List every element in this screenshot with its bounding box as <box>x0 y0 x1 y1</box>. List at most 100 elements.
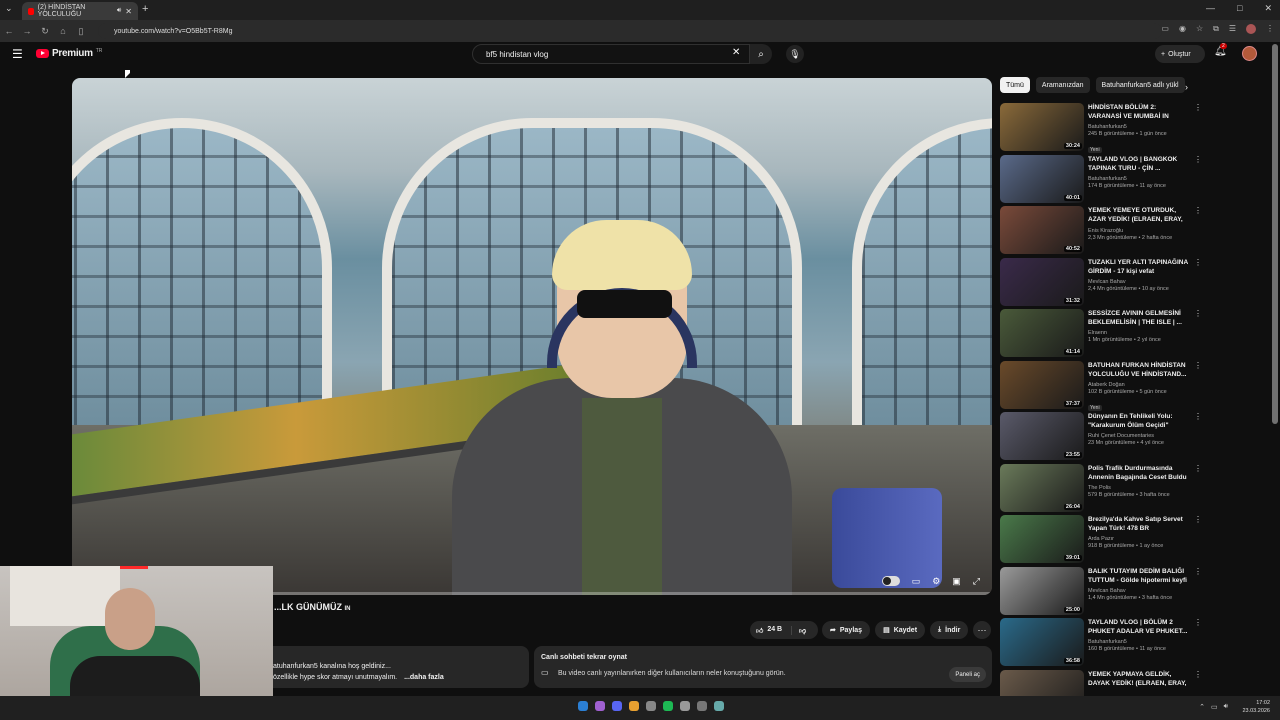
cast-icon[interactable]: ▭ <box>1161 24 1169 34</box>
browser-tab[interactable]: (2) HİNDİSTAN YOLCULUĞU 🔊︎ ✕ <box>22 2 138 20</box>
tab-close-icon[interactable]: ✕ <box>125 7 132 16</box>
recommendation-item[interactable]: 40:52 YEMEK YEMEYE OTURDUK, AZAR YEDİK! … <box>1000 206 1202 254</box>
discord-icon[interactable] <box>612 701 622 711</box>
kebab-icon[interactable]: ⋮ <box>1194 515 1202 524</box>
recommendation-item[interactable]: 39:01 Brezilya'da Kahve Satıp Servet Yap… <box>1000 515 1202 563</box>
recommendation-item[interactable]: 40:01 TAYLAND VLOG | BANGKOK TAPINAK TUR… <box>1000 154 1202 203</box>
star-icon[interactable]: ☆ <box>1196 24 1203 34</box>
steam-icon[interactable] <box>680 701 690 711</box>
video-thumbnail[interactable]: 39:01 <box>1000 515 1084 563</box>
recommendation-item[interactable]: 37:37 BATUHAN FURKAN HİNDİSTAN YOLCULUĞU… <box>1000 360 1202 411</box>
video-title[interactable]: YEMEK YAPMAYA GELDİK, DAYAK YEDİK! (ELRA… <box>1088 670 1188 689</box>
fullscreen-icon[interactable]: ⤢ <box>973 576 980 587</box>
video-thumbnail[interactable]: 31:32 <box>1000 257 1084 306</box>
like-button[interactable]: 👍︎ 24 B <box>750 625 792 635</box>
monitor-icon[interactable]: ▭ <box>1211 703 1218 711</box>
spotify-icon[interactable] <box>663 701 673 711</box>
share-button[interactable]: ➦ Paylaş <box>822 621 871 639</box>
chevron-right-icon[interactable]: › <box>1185 82 1188 92</box>
video-title[interactable]: BALIK TUTAYIM DEDİM BALIĞI TUTTUM - Göld… <box>1088 567 1188 585</box>
recommendation-item[interactable]: 26:04 Polis Trafik Durdurmasında Annenin… <box>1000 463 1202 512</box>
clear-search-icon[interactable]: ✕ <box>732 47 740 58</box>
video-thumbnail[interactable]: 41:14 <box>1000 309 1084 357</box>
search-input[interactable]: bf5 hindistan vlog <box>472 44 750 64</box>
video-thumbnail[interactable]: 40:52 <box>1000 206 1084 254</box>
recommendation-item[interactable]: 23:55 Dünyanın En Tehlikeli Yolu: "Karak… <box>1000 412 1202 460</box>
channel-name[interactable]: Ruhi Çenet Documentaries <box>1088 433 1188 440</box>
minimize-icon[interactable]: — <box>1206 3 1215 14</box>
kebab-icon[interactable]: ⋮ <box>1194 670 1202 679</box>
volume-icon[interactable]: 🔊︎ <box>1224 703 1228 711</box>
create-button[interactable]: + Oluştur <box>1155 45 1205 63</box>
channel-name[interactable]: Arda Pazır <box>1088 536 1188 543</box>
miniplayer-icon[interactable]: ▣ <box>952 576 961 587</box>
app-icon[interactable] <box>595 701 605 711</box>
open-panel-button[interactable]: Paneli aç <box>949 667 986 682</box>
kebab-icon[interactable]: ⋮ <box>1194 464 1202 473</box>
profile-avatar[interactable] <box>1246 24 1256 34</box>
kebab-icon[interactable]: ⋮ <box>1266 24 1274 34</box>
settings-app-icon[interactable] <box>714 701 724 711</box>
recommendation-item[interactable]: 30:24 HİNDİSTAN BÖLÜM 2: VARANASİ VE MUM… <box>1000 103 1202 153</box>
video-title[interactable]: Polis Trafik Durdurmasında Annenin Bagaj… <box>1088 464 1188 482</box>
recommendation-item[interactable]: 36:58 TAYLAND VLOG | BÖLÜM 2 PHUKET ADAL… <box>1000 618 1202 666</box>
hamburger-icon[interactable]: ☰ <box>12 47 23 61</box>
kebab-icon[interactable]: ⋮ <box>1194 206 1202 215</box>
recommendation-item[interactable]: 25:00 BALIK TUTAYIM DEDİM BALIĞI TUTTUM … <box>1000 566 1202 615</box>
youtube-logo[interactable]: Premium TR <box>36 48 102 59</box>
kebab-icon[interactable]: ⋮ <box>1194 309 1202 318</box>
recommendation-item[interactable]: 41:14 SESSİZCE AVININ GELMESİNİ BEKLEMEL… <box>1000 309 1202 357</box>
chip-from-search[interactable]: Aramanızdan <box>1035 77 1090 93</box>
chip-uploads[interactable]: Batuhanfurkan5 adlı yükl <box>1095 77 1185 93</box>
video-title[interactable]: Dünyanın En Tehlikeli Yolu: "Karakurum Ö… <box>1088 412 1188 430</box>
chrome-icon[interactable] <box>629 701 639 711</box>
kebab-icon[interactable]: ⋮ <box>1194 567 1202 576</box>
video-thumbnail[interactable]: 36:58 <box>1000 618 1084 666</box>
settings-icon[interactable]: ⚙︎ <box>932 576 940 587</box>
video-title[interactable]: BATUHAN FURKAN HİNDİSTAN YOLCULUĞU VE Hİ… <box>1088 361 1188 379</box>
reload-icon[interactable]: ↻ <box>36 26 54 37</box>
speaker-icon[interactable]: 🔊︎ <box>117 7 121 15</box>
description-box[interactable]: atuhanfurkan5 kanalına hoş geldiniz... ö… <box>273 646 529 688</box>
video-thumbnail[interactable]: 26:04 <box>1000 463 1084 512</box>
kebab-icon[interactable]: ⋮ <box>1194 103 1202 112</box>
new-tab-icon[interactable]: + <box>142 3 148 15</box>
download-button[interactable]: ⤓ İndir <box>930 621 969 639</box>
recommendation-item[interactable]: 31:32 TUZAKLI YER ALTI TAPINAĞINA GİRDİM… <box>1000 257 1202 306</box>
back-icon[interactable]: ← <box>0 26 18 36</box>
channel-name[interactable]: Elraenn <box>1088 330 1188 337</box>
address-bar[interactable]: youtube.com/watch?v=O5Bb5T-R8Mg <box>98 23 1162 39</box>
kebab-icon[interactable]: ⋮ <box>1194 361 1202 370</box>
channel-name[interactable]: Enis Kirazoğlu <box>1088 228 1188 235</box>
account-avatar[interactable] <box>1242 46 1257 61</box>
video-title[interactable]: TUZAKLI YER ALTI TAPINAĞINA GİRDİM - 17 … <box>1088 258 1188 276</box>
video-player[interactable]: ▭ ⚙︎ ▣ ⤢ <box>72 78 992 595</box>
video-thumbnail[interactable]: 37:37 <box>1000 360 1084 409</box>
channel-name[interactable]: Mevlcan Bahav <box>1088 588 1188 595</box>
video-title[interactable]: Brezilya'da Kahve Satıp Servet Yapan Tür… <box>1088 515 1188 533</box>
description-more-link[interactable]: ...daha fazla <box>404 674 444 681</box>
video-thumbnail[interactable]: 25:00 <box>1000 566 1084 615</box>
channel-name[interactable]: The Polis <box>1088 485 1188 492</box>
video-title[interactable]: HİNDİSTAN BÖLÜM 2: VARANASİ VE MUMBAİ IN <box>1088 103 1188 121</box>
kebab-icon[interactable]: ⋮ <box>1194 258 1202 267</box>
app-icon[interactable] <box>646 701 656 711</box>
save-button[interactable]: ▤ Kaydet <box>875 621 926 639</box>
voice-search-button[interactable]: 🎙︎ <box>786 45 804 63</box>
chip-all[interactable]: Tümü <box>1000 77 1030 93</box>
sidebar-icon[interactable]: ▯ <box>72 26 90 37</box>
notifications-button[interactable]: 🔔︎ 2 <box>1214 43 1227 57</box>
clock[interactable]: 17:02 23.03.2026 <box>1242 699 1270 715</box>
home-icon[interactable]: ⌂ <box>54 26 72 36</box>
close-window-icon[interactable]: ✕ <box>1264 3 1272 14</box>
kebab-icon[interactable]: ⋮ <box>1194 155 1202 164</box>
video-thumbnail[interactable]: 40:01 <box>1000 154 1084 203</box>
video-title[interactable]: TAYLAND VLOG | BÖLÜM 2 PHUKET ADALAR VE … <box>1088 618 1188 636</box>
menu-icon[interactable]: ☰ <box>1229 24 1236 34</box>
more-actions-button[interactable]: ⋯ <box>973 621 991 639</box>
channel-name[interactable]: Ataberk Doğan <box>1088 382 1188 389</box>
video-title[interactable]: SESSİZCE AVININ GELMESİNİ BEKLEMELİSİN |… <box>1088 309 1188 327</box>
kebab-icon[interactable]: ⋮ <box>1194 412 1202 421</box>
video-title[interactable]: TAYLAND VLOG | BANGKOK TAPINAK TURU - Çİ… <box>1088 155 1188 173</box>
tab-search-icon[interactable]: ⌄ <box>5 3 13 14</box>
